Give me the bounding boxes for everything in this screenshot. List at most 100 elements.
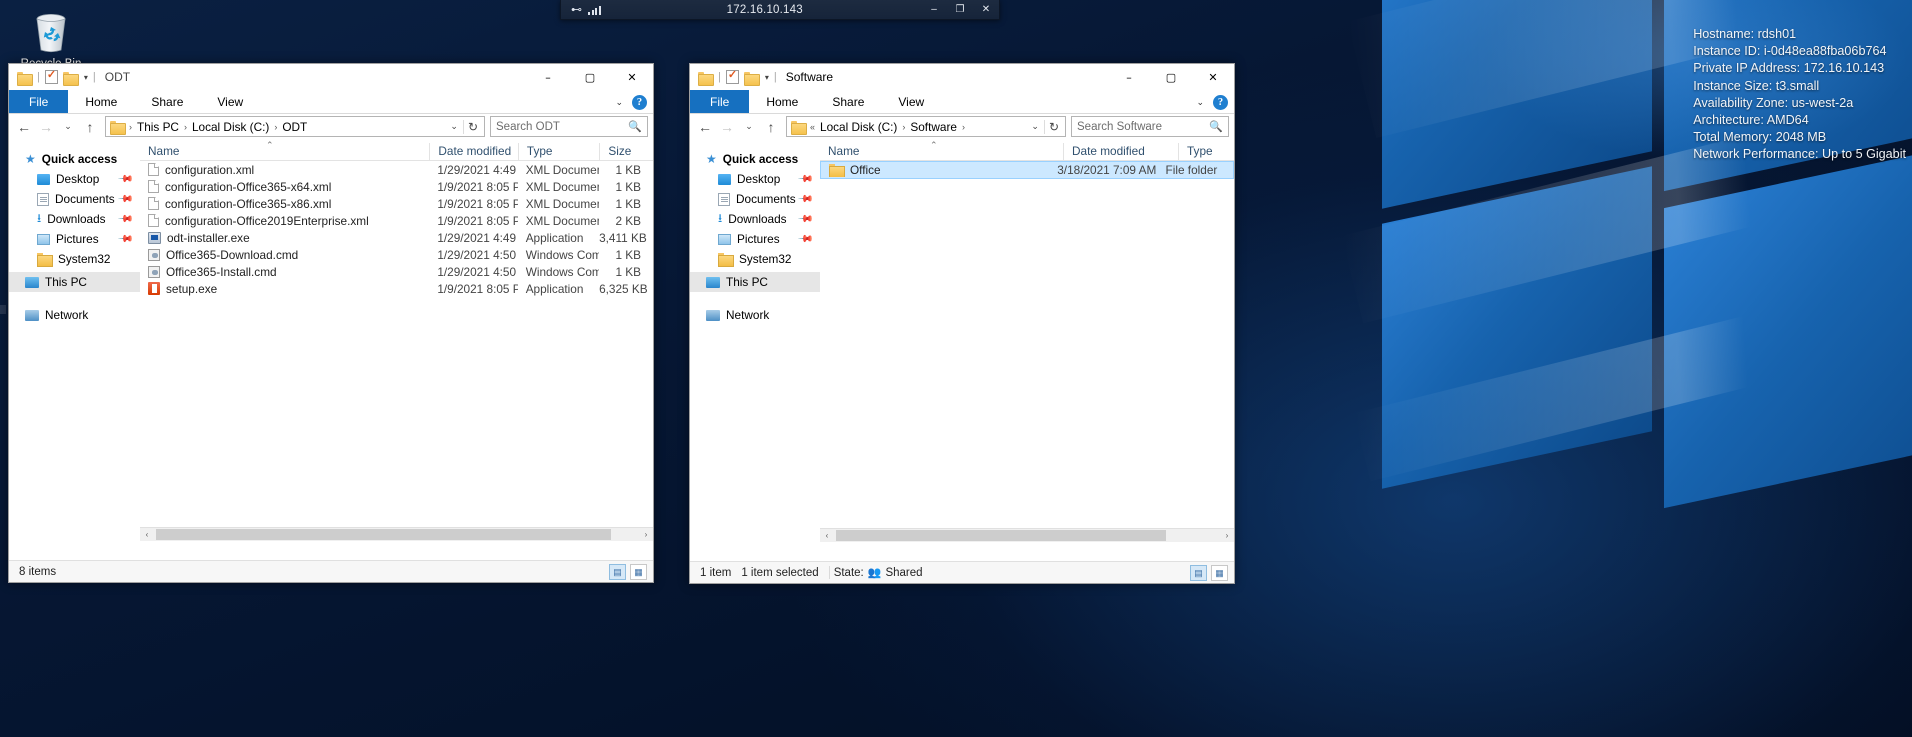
caption-buttons[interactable]: – ▢ ✕ (1108, 64, 1234, 90)
scroll-thumb[interactable] (156, 529, 611, 540)
pin-icon[interactable]: 📌 (116, 171, 133, 188)
details-view-icon[interactable]: ▤ (609, 564, 626, 580)
nav-item-documents[interactable]: Documents 📌 (690, 189, 820, 209)
column-headers[interactable]: Name Date modified Type ⌃ (820, 139, 1234, 161)
table-row[interactable]: configuration-Office365-x86.xml 1/9/2021… (140, 195, 653, 212)
explorer-window-odt[interactable]: | ▾ | ODT – ▢ ✕ File Home Share View ⌄ ?… (8, 63, 654, 583)
table-row[interactable]: configuration-Office365-x64.xml 1/9/2021… (140, 178, 653, 195)
nav-item-pictures[interactable]: Pictures 📌 (9, 229, 140, 249)
column-size[interactable]: Size (599, 143, 653, 160)
pin-icon[interactable]: 📌 (796, 211, 813, 228)
nav-item-desktop[interactable]: Desktop 📌 (9, 169, 140, 189)
nav-item-quick-access[interactable]: ★ Quick access (690, 149, 820, 169)
ribbon-tabs[interactable]: File Home Share View ⌄ ? (690, 90, 1234, 114)
refresh-icon[interactable]: ↻ (462, 119, 482, 134)
tab-view[interactable]: View (881, 90, 941, 113)
pin-icon[interactable]: ⊷ (561, 3, 588, 16)
scroll-right-arrow[interactable]: › (1220, 529, 1234, 542)
pin-icon[interactable]: 📌 (116, 211, 133, 228)
address-dropdown-icon[interactable]: ⌄ (445, 121, 463, 132)
nav-item-pictures[interactable]: Pictures 📌 (690, 229, 820, 249)
tab-file[interactable]: File (690, 90, 750, 113)
scroll-right-arrow[interactable]: › (639, 528, 653, 541)
scroll-track[interactable] (834, 529, 1220, 542)
address-bar[interactable]: › This PC › Local Disk (C:) › ODT ⌄ ↻ (105, 116, 485, 137)
column-date-modified[interactable]: Date modified (429, 143, 518, 160)
horizontal-scrollbar[interactable]: ‹ › (820, 528, 1234, 542)
nav-item-this-pc[interactable]: This PC (690, 272, 820, 292)
breadcrumb[interactable]: « Local Disk (C:) › Software › (809, 120, 1026, 134)
collapse-ribbon-icon[interactable]: ⌄ (1196, 97, 1204, 108)
titlebar[interactable]: | ▾ | Software – ▢ ✕ (690, 64, 1234, 90)
new-folder-icon[interactable] (62, 71, 79, 86)
address-dropdown-icon[interactable]: ⌄ (1026, 121, 1044, 132)
tab-home[interactable]: Home (68, 90, 134, 113)
explorer-window-software[interactable]: | ▾ | Software – ▢ ✕ File Home Share Vie… (689, 63, 1235, 584)
column-headers[interactable]: Name Date modified Type Size ⌃ (140, 139, 653, 161)
collapse-ribbon-icon[interactable]: ⌄ (615, 97, 623, 108)
table-row[interactable]: configuration.xml 1/29/2021 4:49 PM XML … (140, 161, 653, 178)
breadcrumb-software[interactable]: Software (907, 120, 960, 134)
view-buttons[interactable]: ▤ ▦ (1190, 565, 1228, 581)
table-row[interactable]: Office365-Install.cmd 1/29/2021 4:50 PM … (140, 263, 653, 280)
rdp-restore-button[interactable]: ❐ (947, 0, 973, 20)
quick-access-toolbar[interactable]: | ▾ | (17, 68, 96, 86)
nav-item-quick-access[interactable]: ★ Quick access (9, 149, 140, 169)
ribbon-tabs[interactable]: File Home Share View ⌄ ? (9, 90, 653, 114)
details-view-icon[interactable]: ▤ (1190, 565, 1207, 581)
tab-file[interactable]: File (9, 90, 69, 113)
view-buttons[interactable]: ▤ ▦ (609, 564, 647, 580)
breadcrumb-this-pc[interactable]: This PC (134, 120, 182, 134)
back-button[interactable]: ← (695, 117, 715, 137)
recent-locations-button[interactable]: ⌄ (739, 117, 759, 137)
nav-item-network[interactable]: Network (9, 305, 140, 325)
table-row[interactable]: setup.exe 1/9/2021 8:05 PM Application 6… (140, 280, 653, 297)
navigation-pane[interactable]: ★ Quick access Desktop 📌 Documents 📌 ⭳ D… (9, 139, 140, 541)
navigation-bar[interactable]: ← → ⌄ ↑ « Local Disk (C:) › Software › ⌄… (690, 114, 1234, 139)
scroll-thumb[interactable] (836, 530, 1166, 541)
scroll-left-arrow[interactable]: ‹ (820, 529, 834, 542)
rdp-close-button[interactable]: ✕ (973, 0, 999, 20)
titlebar[interactable]: | ▾ | ODT – ▢ ✕ (9, 64, 653, 90)
search-input[interactable]: Search Software (1077, 121, 1162, 133)
file-rows[interactable]: Office 3/18/2021 7:09 AM File folder (820, 161, 1234, 179)
tab-share[interactable]: Share (134, 90, 200, 113)
breadcrumb-odt[interactable]: ODT (279, 120, 310, 134)
search-box[interactable]: Search ODT 🔍 (490, 116, 648, 137)
search-box[interactable]: Search Software 🔍 (1071, 116, 1229, 137)
pin-icon[interactable]: 📌 (796, 191, 813, 208)
refresh-icon[interactable]: ↻ (1043, 119, 1063, 134)
folder-icon[interactable] (698, 71, 714, 86)
up-button[interactable]: ↑ (80, 117, 100, 137)
tiles-view-icon[interactable]: ▦ (630, 564, 647, 580)
nav-item-downloads[interactable]: ⭳ Downloads 📌 (690, 209, 820, 229)
column-name[interactable]: Name (820, 143, 1063, 160)
minimize-button[interactable]: – (1108, 64, 1150, 90)
pin-icon[interactable]: 📌 (116, 231, 133, 248)
back-button[interactable]: ← (14, 117, 34, 137)
folder-icon[interactable] (17, 71, 33, 86)
properties-icon[interactable] (44, 68, 58, 84)
maximize-button[interactable]: ▢ (569, 64, 611, 90)
nav-item-system32[interactable]: System32 (690, 249, 820, 269)
rdp-minimize-button[interactable]: – (921, 0, 947, 20)
nav-item-network[interactable]: Network (690, 305, 820, 325)
pin-icon[interactable]: 📌 (796, 231, 813, 248)
breadcrumb-overflow[interactable]: « (809, 122, 816, 132)
up-button[interactable]: ↑ (761, 117, 781, 137)
navigation-bar[interactable]: ← → ⌄ ↑ › This PC › Local Disk (C:) › OD… (9, 114, 653, 139)
properties-icon[interactable] (725, 68, 739, 84)
navigation-pane[interactable]: ★ Quick access Desktop 📌 Documents 📌 ⭳ D… (690, 139, 820, 542)
column-type[interactable]: Type (1178, 143, 1232, 160)
breadcrumb-local-disk[interactable]: Local Disk (C:) (817, 120, 900, 134)
file-rows[interactable]: configuration.xml 1/29/2021 4:49 PM XML … (140, 161, 653, 297)
pin-icon[interactable]: 📌 (796, 171, 813, 188)
scroll-track[interactable] (154, 528, 639, 541)
help-icon[interactable]: ? (632, 94, 647, 110)
search-input[interactable]: Search ODT (496, 121, 560, 133)
tab-view[interactable]: View (200, 90, 260, 113)
tab-share[interactable]: Share (815, 90, 881, 113)
maximize-button[interactable]: ▢ (1150, 64, 1192, 90)
customize-qat-arrow[interactable]: ▾ (84, 73, 88, 82)
tab-home[interactable]: Home (749, 90, 815, 113)
